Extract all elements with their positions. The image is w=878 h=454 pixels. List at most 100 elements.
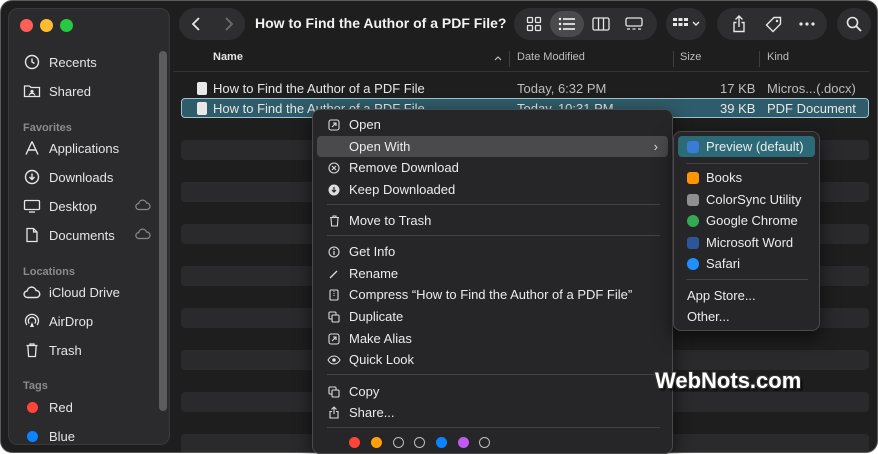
zoom-window-button[interactable] [60, 19, 73, 32]
applications-icon [23, 139, 41, 157]
list-icon [558, 17, 575, 31]
open-icon [327, 118, 341, 132]
column-view-button[interactable] [586, 10, 616, 38]
minimize-window-button[interactable] [40, 19, 53, 32]
tags-heading: Tags [23, 380, 48, 392]
column-header-name[interactable]: Name [213, 51, 243, 69]
submenu-item-app-store[interactable]: App Store... [678, 285, 815, 306]
menu-item-share[interactable]: Share... [317, 402, 668, 423]
sidebar-item-label: AirDrop [49, 313, 94, 329]
sidebar-item-label: Documents [49, 227, 115, 243]
sidebar-item-recents[interactable]: Recents [23, 50, 151, 74]
more-actions-button[interactable] [789, 8, 825, 40]
group-grid-icon [673, 18, 700, 26]
document-icon [23, 226, 41, 244]
ellipsis-icon [799, 22, 815, 26]
sidebar-item-downloads[interactable]: Downloads [23, 165, 151, 189]
copy-icon [327, 385, 341, 399]
sidebar-item-tag-blue[interactable]: Blue [23, 424, 151, 444]
sidebar-item-label: iCloud Drive [49, 284, 120, 300]
menu-item-make-alias[interactable]: Make Alias [317, 328, 668, 349]
tag-color-orange[interactable] [371, 437, 382, 448]
submenu-item-safari[interactable]: Safari [678, 253, 815, 274]
file-name: How to Find the Author of a PDF File [213, 81, 425, 96]
menu-item-copy[interactable]: Copy [317, 381, 668, 402]
search-button[interactable] [837, 8, 871, 40]
file-row[interactable]: How to Find the Author of a PDF File Tod… [181, 78, 869, 98]
sidebar: Recents Shared Favorites Applications Do… [8, 8, 170, 445]
sidebar-scrollbar[interactable] [159, 51, 167, 411]
remove-circle-icon [327, 161, 341, 175]
submenu-item-preview[interactable]: Preview (default) [678, 136, 815, 157]
menu-item-open-with[interactable]: Open With › [317, 136, 668, 157]
sidebar-item-applications[interactable]: Applications [23, 136, 151, 160]
safari-app-icon [687, 257, 699, 270]
tag-color-blue[interactable] [436, 437, 447, 448]
pdf-file-icon [197, 102, 207, 115]
sidebar-item-documents[interactable]: Documents [23, 223, 151, 247]
menu-item-open[interactable]: Open [317, 114, 668, 135]
menu-item-get-info[interactable]: Get Info [317, 241, 668, 262]
tag-button[interactable] [755, 8, 791, 40]
sidebar-item-icloud-drive[interactable]: iCloud Drive [23, 280, 151, 304]
context-menu: Open Open With › Remove Download Keep Do… [312, 109, 673, 454]
submenu-item-books[interactable]: Books [678, 167, 815, 188]
menu-item-remove-download[interactable]: Remove Download [317, 157, 668, 178]
chevron-left-icon [191, 17, 200, 31]
file-size: 17 KB [720, 81, 756, 96]
icon-view-button[interactable] [520, 10, 548, 38]
forward-button[interactable] [212, 8, 245, 40]
icloud-status-icon [135, 199, 151, 214]
tag-color-red[interactable] [349, 437, 360, 448]
duplicate-icon [327, 310, 341, 324]
menu-item-quick-look[interactable]: Quick Look [317, 349, 668, 370]
watermark-logo: WebNots.com [655, 368, 802, 393]
column-header-kind[interactable]: Kind [767, 51, 789, 69]
info-icon [327, 245, 341, 259]
books-app-icon [687, 171, 699, 184]
list-view-button[interactable] [550, 11, 584, 37]
shared-folder-icon [23, 82, 41, 100]
blue-tag-dot [26, 430, 38, 442]
tag-color-purple[interactable] [458, 437, 469, 448]
back-button[interactable] [179, 8, 212, 40]
close-window-button[interactable] [20, 19, 33, 32]
menu-item-rename[interactable]: Rename [317, 263, 668, 284]
file-date: Today, 6:32 PM [517, 81, 607, 96]
chrome-app-icon [687, 214, 699, 227]
gallery-view-button[interactable] [618, 10, 650, 38]
column-header-date-modified[interactable]: Date Modified [517, 51, 585, 69]
submenu-item-other[interactable]: Other... [678, 306, 815, 327]
sidebar-item-tag-red[interactable]: Red [23, 395, 151, 419]
submenu-item-colorsync[interactable]: ColorSync Utility [678, 189, 815, 210]
open-with-submenu: Preview (default) Books ColorSync Utilit… [673, 131, 820, 331]
share-icon [733, 15, 745, 33]
tag-color-none[interactable] [414, 437, 425, 448]
menu-item-keep-downloaded[interactable]: Keep Downloaded [317, 179, 668, 200]
group-by-button[interactable] [666, 8, 706, 40]
column-header-size[interactable]: Size [680, 51, 701, 69]
sidebar-item-desktop[interactable]: Desktop [23, 194, 151, 218]
gallery-icon [625, 17, 643, 30]
menu-item-duplicate[interactable]: Duplicate [317, 306, 668, 327]
menu-item-move-to-trash[interactable]: Move to Trash [317, 210, 668, 231]
share-button[interactable] [721, 8, 757, 40]
airdrop-icon [23, 312, 41, 330]
columns-icon [592, 17, 610, 31]
sidebar-item-airdrop[interactable]: AirDrop [23, 309, 151, 333]
tag-color-none[interactable] [479, 437, 490, 448]
sidebar-item-label: Downloads [49, 169, 114, 185]
tag-color-none[interactable] [393, 437, 404, 448]
icloud-status-icon [135, 228, 151, 243]
share-icon [327, 406, 341, 420]
favorites-heading: Favorites [23, 122, 72, 134]
submenu-item-chrome[interactable]: Google Chrome [678, 210, 815, 231]
sidebar-item-label: Blue [49, 428, 76, 444]
sidebar-item-shared[interactable]: Shared [23, 79, 151, 103]
file-kind: PDF Document [767, 101, 856, 116]
submenu-item-word[interactable]: Microsoft Word [678, 232, 815, 253]
menu-item-compress[interactable]: Compress “How to Find the Author of a PD… [317, 284, 668, 305]
alias-icon [327, 332, 341, 346]
clock-icon [23, 53, 41, 71]
sidebar-item-trash[interactable]: Trash [23, 338, 151, 362]
